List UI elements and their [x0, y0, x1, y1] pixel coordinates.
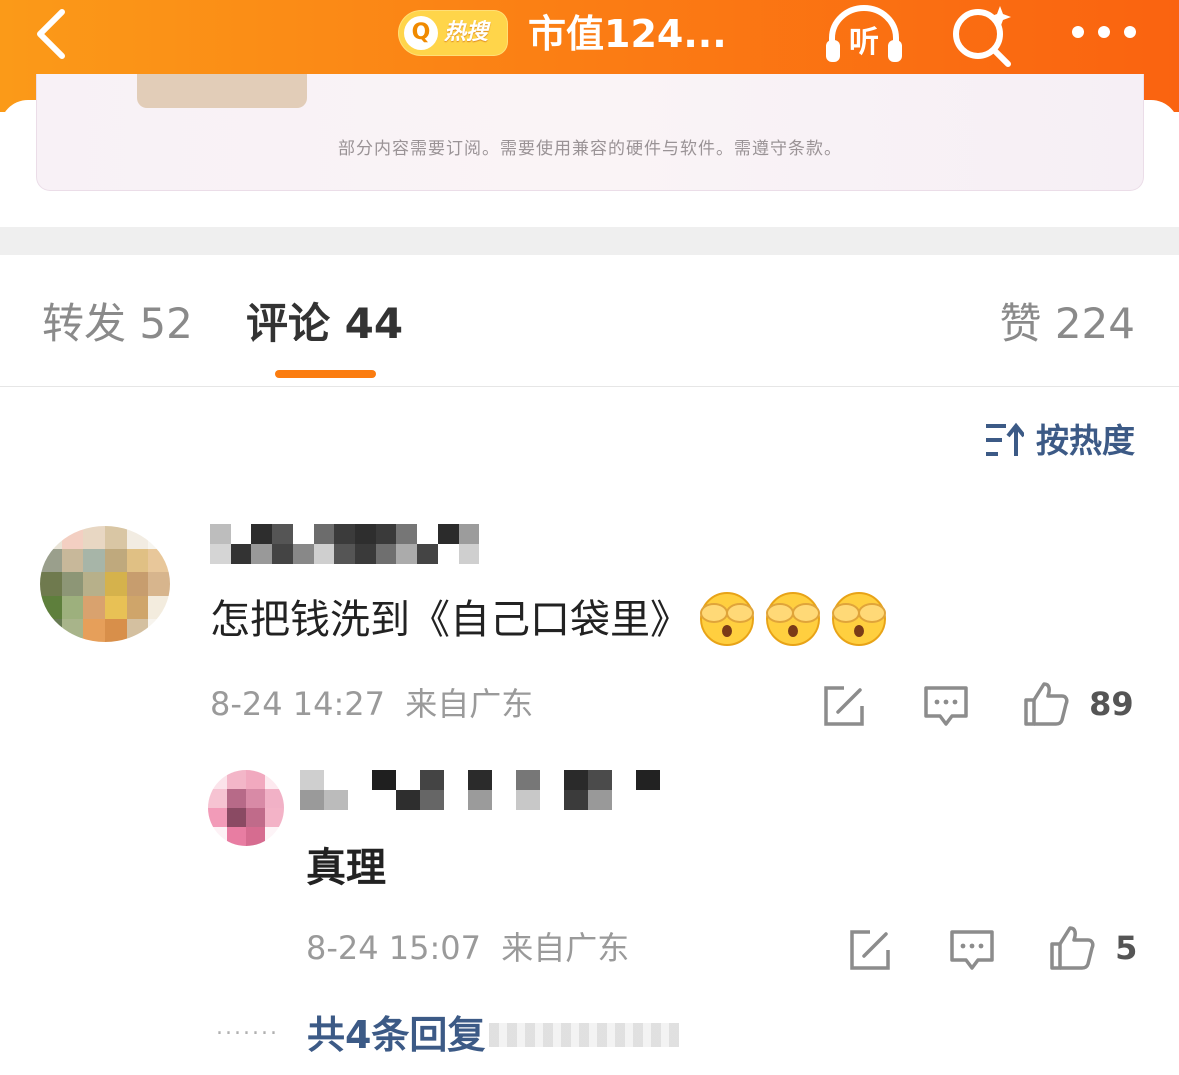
- thumbs-up-icon: [1050, 926, 1095, 970]
- reply-repost-icon[interactable]: [846, 926, 894, 974]
- tabs-divider: [0, 386, 1179, 387]
- chevron-left-icon: [37, 9, 65, 59]
- more-replies-blur: [489, 1022, 680, 1047]
- ad-thumbnail: [137, 74, 307, 108]
- reply-meta: 8-24 15:07 来自广东: [306, 926, 629, 970]
- more-dots-icon: [1072, 26, 1136, 38]
- section-divider: [0, 227, 1179, 255]
- username[interactable]: [210, 524, 500, 564]
- sort-icon: [986, 422, 1026, 456]
- tab-reposts[interactable]: 转发 52: [42, 292, 193, 356]
- more-replies-label: 共4条回复: [306, 1012, 486, 1057]
- see-no-evil-icon: [700, 592, 754, 646]
- reply-time: 8-24 15:07: [306, 929, 482, 967]
- reply-content: 真理: [306, 845, 386, 891]
- back-button[interactable]: [26, 4, 86, 64]
- tab-comments[interactable]: 评论 44: [246, 292, 403, 356]
- comment-meta: 8-24 14:27 来自广东: [210, 682, 533, 726]
- reply-location: 来自广东: [501, 929, 630, 967]
- search-button[interactable]: [946, 2, 1018, 68]
- comment-location: 来自广东: [405, 685, 534, 723]
- comment-time: 8-24 14:27: [210, 685, 386, 723]
- reply-like-button[interactable]: 5: [1048, 924, 1137, 972]
- listen-button[interactable]: 听: [822, 2, 906, 68]
- hot-search-badge[interactable]: Q 热搜: [398, 10, 508, 56]
- see-no-evil-icon: [832, 592, 886, 646]
- search-sparkle-icon: [953, 6, 1011, 67]
- comment-content: 怎把钱洗到《自己口袋里》: [210, 590, 888, 650]
- see-no-evil-icon: [766, 592, 820, 646]
- more-options-button[interactable]: [1062, 10, 1146, 54]
- reply-avatar[interactable]: [208, 770, 284, 846]
- reply-username[interactable]: [300, 770, 660, 810]
- like-count: 89: [1089, 685, 1134, 723]
- headphones-icon: 听: [826, 5, 902, 62]
- thumbs-up-icon: [1024, 682, 1069, 726]
- search-icon: Q: [404, 16, 438, 50]
- sort-label: 按热度: [1036, 421, 1135, 460]
- page-title: 市值124...: [528, 12, 727, 56]
- sort-by-hot-button[interactable]: 按热度: [984, 414, 1135, 468]
- svg-text:听: 听: [849, 25, 879, 60]
- ad-card[interactable]: 部分内容需要订阅。需要使用兼容的硬件与软件。需遵守条款。: [36, 74, 1144, 191]
- active-tab-indicator: [275, 370, 376, 378]
- like-button[interactable]: 89: [1022, 680, 1134, 728]
- view-more-replies[interactable]: ······· 共4条回复: [216, 1006, 680, 1062]
- hot-search-label: 热搜: [444, 20, 489, 45]
- repost-icon[interactable]: [820, 682, 868, 730]
- reply-comment-icon[interactable]: [948, 926, 996, 974]
- comment-text: 怎把钱洗到《自己口袋里》: [210, 597, 690, 643]
- tab-likes[interactable]: 赞 224: [999, 292, 1135, 356]
- avatar[interactable]: [40, 526, 170, 642]
- dots-separator: ·······: [216, 1021, 279, 1047]
- ad-disclaimer: 部分内容需要订阅。需要使用兼容的硬件与软件。需遵守条款。: [338, 139, 842, 159]
- comment-icon[interactable]: [922, 682, 970, 730]
- reply-like-count: 5: [1115, 929, 1138, 967]
